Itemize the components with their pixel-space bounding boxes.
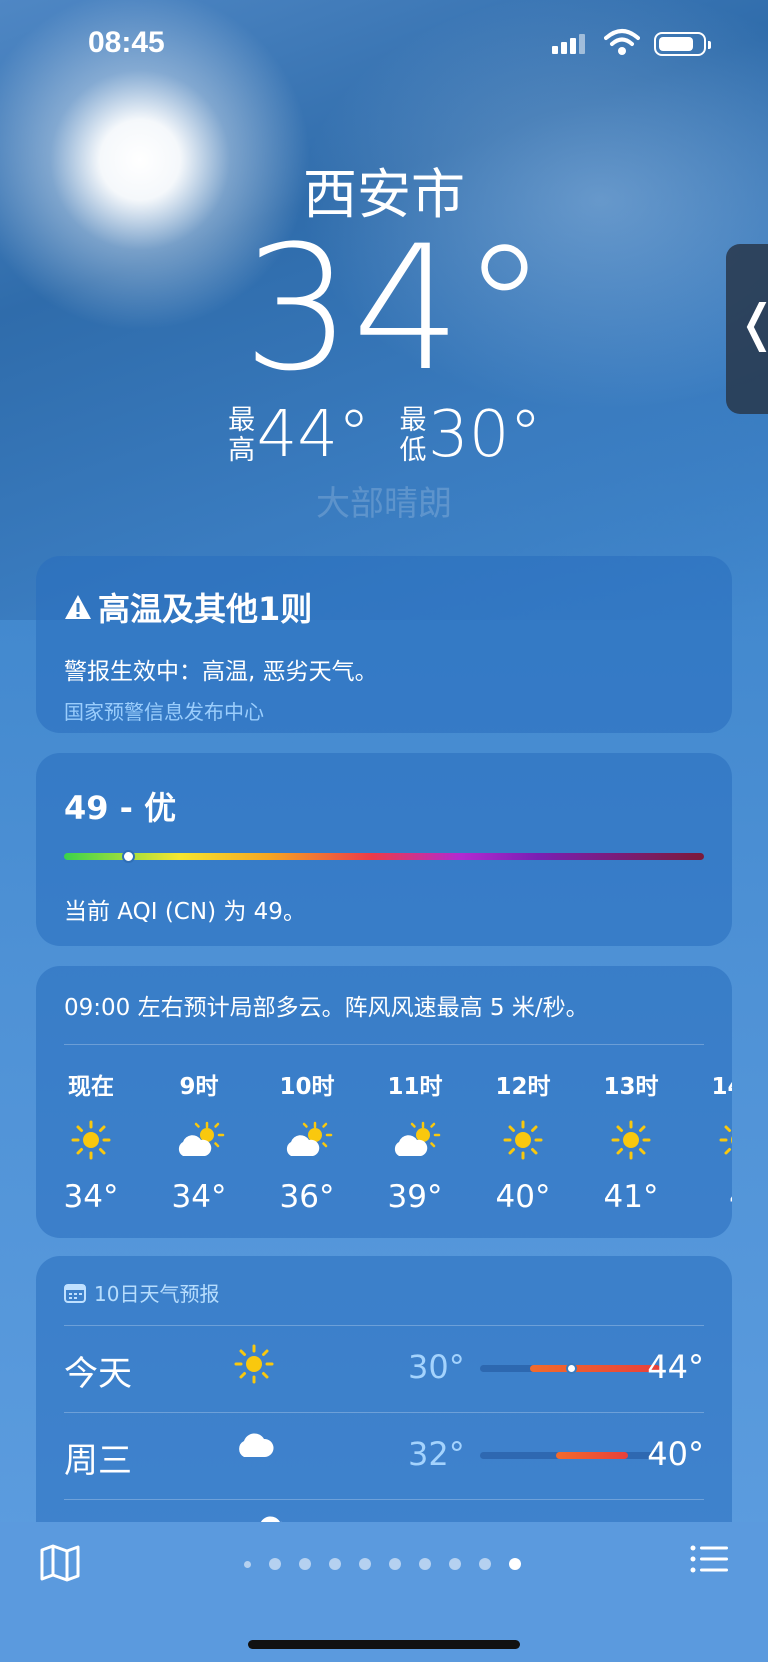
alert-title-row: 高温及其他1则 <box>64 584 704 630</box>
page-dot[interactable] <box>479 1558 491 1570</box>
partly-cloudy-icon <box>380 1113 450 1167</box>
hour-item: 12时 40° <box>488 1045 558 1215</box>
cloud-icon <box>234 1431 274 1461</box>
alert-source-link[interactable]: 国家预警信息发布中心 <box>64 696 704 725</box>
hour-item: 13时 41° <box>596 1045 666 1215</box>
hourly-summary: 09:00 左右预计局部多云。阵风风速最高 5 米/秒。 <box>64 988 704 1045</box>
battery-icon <box>654 32 711 56</box>
sun-icon <box>488 1113 558 1167</box>
high-low: 最高44° 最低30° <box>0 400 768 470</box>
alert-description: 警报生效中：高温, 恶劣天气。 <box>64 659 378 685</box>
status-time: 08:45 <box>88 26 165 59</box>
sun-icon <box>234 1344 274 1388</box>
page-dot[interactable] <box>329 1558 341 1570</box>
hour-item: 现在 34° <box>56 1045 126 1215</box>
hour-temp: 40° <box>495 1179 551 1215</box>
hour-item: 14时 4 <box>704 1045 732 1215</box>
hour-temp: 39° <box>387 1179 443 1215</box>
temp-range-fill <box>530 1365 660 1372</box>
page-dot[interactable] <box>419 1558 431 1570</box>
hour-temp: 41° <box>603 1179 659 1215</box>
ten-day-header: 10日天气预报 <box>64 1278 704 1326</box>
ten-day-title: 10日天气预报 <box>94 1282 220 1306</box>
partly-cloudy-icon <box>164 1113 234 1167</box>
page-indicator[interactable] <box>244 1556 521 1572</box>
hour-item: 11时 39° <box>380 1045 450 1215</box>
hour-label: 14时 <box>711 1074 732 1100</box>
partly-cloudy-icon <box>272 1113 342 1167</box>
aqi-scale-bar <box>64 850 704 863</box>
page-dot[interactable] <box>269 1558 281 1570</box>
calendar-icon <box>64 1283 86 1303</box>
location-arrow-dot[interactable] <box>244 1560 251 1568</box>
day-low: 32° <box>408 1435 465 1473</box>
high-temp: 44° <box>256 398 370 472</box>
hour-label: 现在 <box>68 1074 114 1100</box>
aqi-card[interactable]: 49 - 优 当前 AQI (CN) 为 49。 <box>36 753 732 946</box>
page-dot[interactable] <box>389 1558 401 1570</box>
ten-day-list: 今天 30° 44° 周三 32° 40° <box>64 1326 704 1500</box>
home-indicator <box>248 1640 520 1649</box>
bottom-toolbar <box>0 1522 768 1662</box>
hour-temp: 36° <box>279 1179 335 1215</box>
low-label: 最低 <box>399 405 427 466</box>
map-icon[interactable] <box>40 1544 80 1582</box>
page-dot[interactable] <box>299 1558 311 1570</box>
page-dot[interactable] <box>509 1558 521 1570</box>
hour-temp: 4 <box>704 1179 732 1215</box>
hour-label: 9时 <box>179 1074 219 1100</box>
hour-item: 9时 34° <box>164 1045 234 1215</box>
hour-label: 10时 <box>279 1074 335 1100</box>
warning-icon <box>65 595 91 619</box>
sun-icon <box>704 1113 732 1167</box>
page-dot[interactable] <box>449 1558 461 1570</box>
condition-text: 大部晴朗 <box>316 484 452 524</box>
hour-label: 11时 <box>387 1074 443 1100</box>
aqi-description: 当前 AQI (CN) 为 49。 <box>64 899 306 925</box>
day-name: 周三 <box>64 1441 132 1481</box>
aqi-indicator <box>122 850 135 863</box>
day-high: 40° <box>647 1435 704 1473</box>
temp-range-bar <box>480 1363 660 1374</box>
alert-title: 高温及其他1则 <box>98 590 313 628</box>
status-bar: 08:45 <box>0 0 768 90</box>
current-temp-marker <box>566 1363 577 1374</box>
hourly-forecast-card[interactable]: 09:00 左右预计局部多云。阵风风速最高 5 米/秒。 现在 34° 9时 34° 1… <box>36 966 732 1238</box>
sun-icon <box>56 1113 126 1167</box>
low-temp: 30° <box>428 398 542 472</box>
list-icon[interactable] <box>690 1544 728 1574</box>
day-low: 30° <box>408 1348 465 1386</box>
aqi-value: 49 - 优 <box>64 789 177 827</box>
page-dot[interactable] <box>359 1558 371 1570</box>
day-name: 今天 <box>64 1354 132 1394</box>
current-temperature: 34° <box>242 208 548 409</box>
forecast-day-row[interactable]: 今天 30° 44° <box>64 1326 704 1413</box>
hour-temp: 34° <box>63 1179 119 1215</box>
cellular-signal-icon <box>552 34 588 54</box>
hour-label: 13时 <box>603 1074 659 1100</box>
day-high: 44° <box>647 1348 704 1386</box>
hour-item: 10时 36° <box>272 1045 342 1215</box>
high-label: 最高 <box>228 405 256 466</box>
hour-label: 12时 <box>495 1074 551 1100</box>
temp-range-fill <box>555 1452 628 1459</box>
wifi-icon <box>604 29 640 55</box>
hourly-scroll[interactable]: 现在 34° 9时 34° 10时 36° 11时 39° 12时 40° 13时 41° 14时 4 <box>64 1045 732 1235</box>
forecast-day-row[interactable]: 周三 32° 40° <box>64 1413 704 1500</box>
hour-temp: 34° <box>171 1179 227 1215</box>
sun-icon <box>596 1113 666 1167</box>
alert-card[interactable]: 高温及其他1则 警报生效中：高温, 恶劣天气。 国家预警信息发布中心 <box>36 556 732 733</box>
temp-range-bar <box>480 1452 660 1459</box>
